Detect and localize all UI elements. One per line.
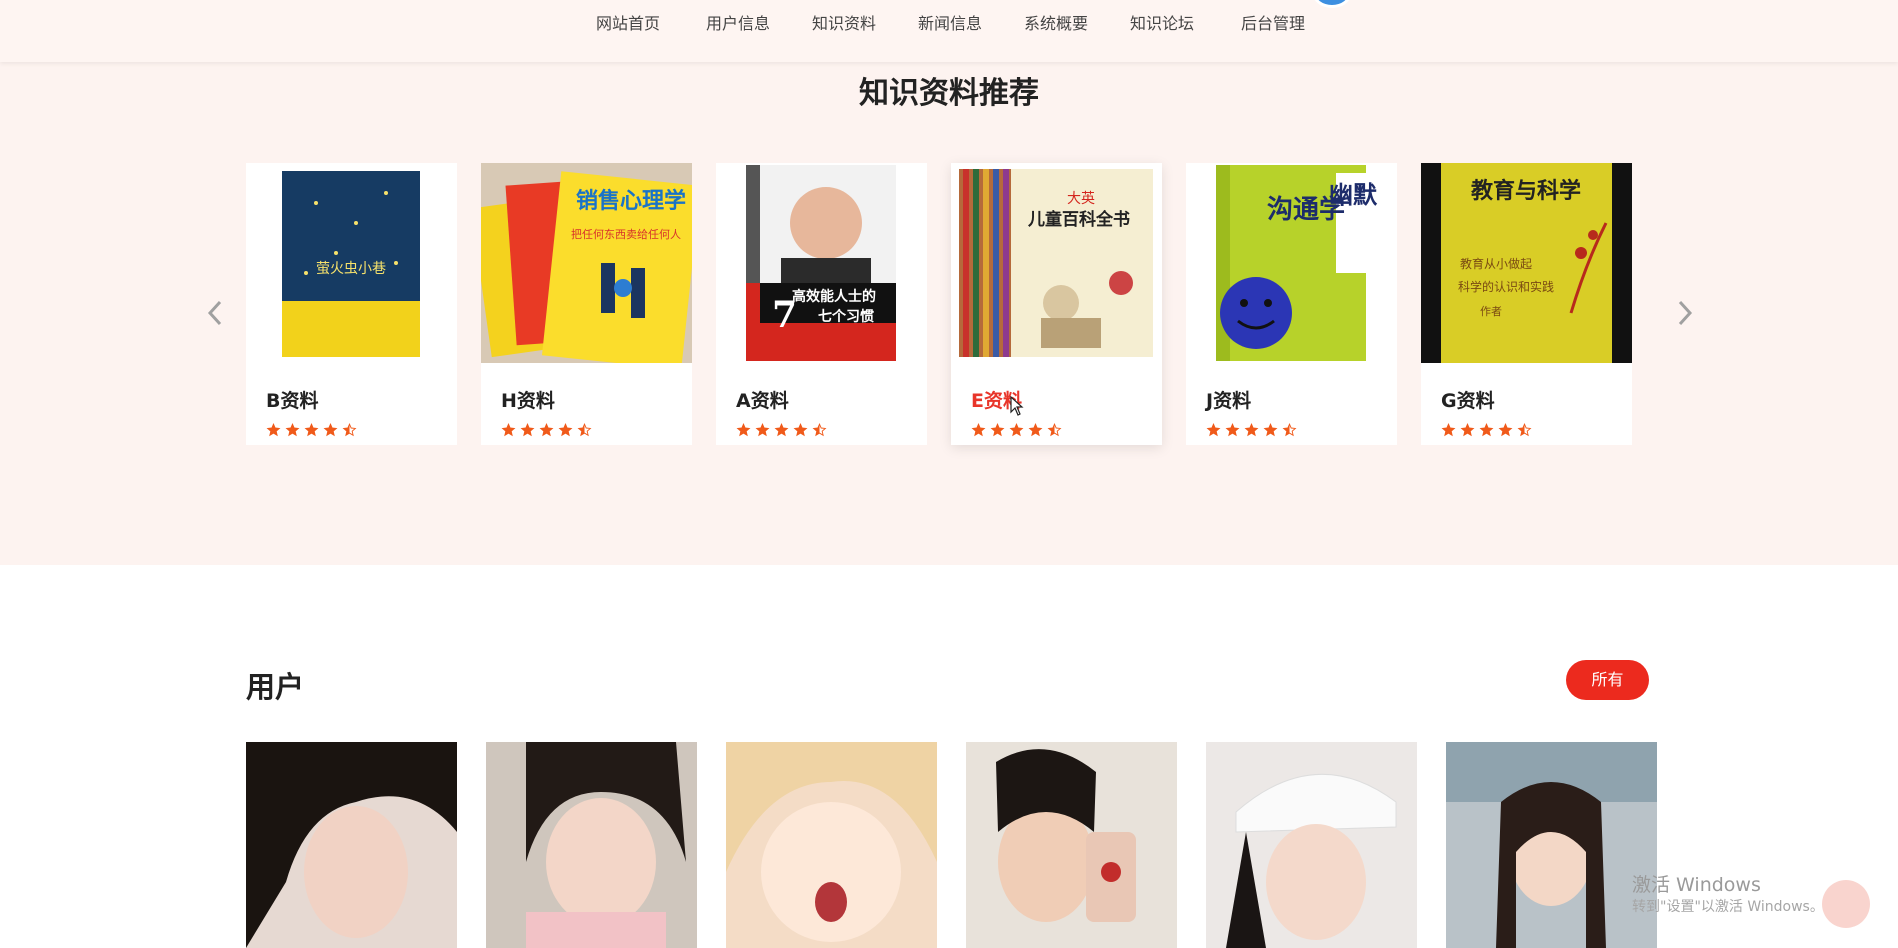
star-icon (1263, 423, 1278, 437)
view-all-users-button[interactable]: 所有 (1566, 660, 1649, 700)
svg-text:7: 7 (772, 294, 797, 336)
cover-title: 教育与科学 (1471, 178, 1581, 204)
top-nav: 网站首页 用户信息 知识资料 新闻信息 系统概要 知识论坛 后台管理 (0, 0, 1898, 62)
star-icon (1479, 423, 1494, 437)
book-card[interactable]: 萤火虫小巷 B资料 (246, 163, 457, 445)
book-card[interactable]: 大英 儿童百科全书 E资料 (951, 163, 1162, 445)
cover-top: 大英 (1067, 190, 1095, 207)
carousel-next-button[interactable] (1670, 298, 1700, 328)
book-title: J资料 (1206, 390, 1252, 412)
user-photo[interactable] (726, 742, 937, 948)
star-icon (1225, 423, 1240, 437)
star-icon (774, 423, 789, 437)
book-title: G资料 (1441, 390, 1495, 412)
star-icon (501, 423, 516, 437)
cover-title: 高效能人士的 (792, 288, 876, 305)
star-icon (793, 423, 808, 437)
cover-subtitle: 七个习惯 (818, 308, 874, 325)
user-photo[interactable] (1206, 742, 1417, 948)
user-photo[interactable] (1446, 742, 1657, 948)
book-title: B资料 (266, 390, 319, 412)
nav-item-forum[interactable]: 知识论坛 (1130, 10, 1194, 34)
star-icon (990, 423, 1005, 437)
nav-item-users[interactable]: 用户信息 (706, 10, 770, 34)
avatar[interactable] (1312, 0, 1352, 8)
star-icon (342, 423, 357, 437)
cover-title: 萤火虫小巷 (316, 261, 386, 277)
book-card[interactable]: 高效能人士的 七个习惯 7 A资料 (716, 163, 927, 445)
cover-title: 销售心理学 (576, 188, 686, 214)
book-card[interactable]: 销售心理学 把任何东西卖给任何人 H资料 (481, 163, 692, 445)
nav-item-admin[interactable]: 后台管理 (1241, 10, 1305, 34)
activation-watermark-sub: 转到"设置"以激活 Windows。 (1632, 899, 1824, 915)
star-icon (755, 423, 770, 437)
book-cover-image: 大英 儿童百科全书 (951, 163, 1162, 363)
star-icon (304, 423, 319, 437)
star-icon (520, 423, 535, 437)
user-photo[interactable] (966, 742, 1177, 948)
rating-stars (1206, 423, 1297, 437)
star-icon (539, 423, 554, 437)
book-title: A资料 (736, 390, 789, 412)
book-cover-image: 幽默 沟通学 (1186, 163, 1397, 363)
star-icon (323, 423, 338, 437)
star-icon (812, 423, 827, 437)
nav-item-system[interactable]: 系统概要 (1024, 10, 1088, 34)
section-title: 知识资料推荐 (859, 76, 1039, 111)
users-section-title: 用户 (246, 670, 305, 704)
star-icon (736, 423, 751, 437)
book-cover-image: 高效能人士的 七个习惯 7 (716, 163, 927, 363)
star-icon (1517, 423, 1532, 437)
star-icon (1498, 423, 1513, 437)
user-photo[interactable] (246, 742, 457, 948)
star-icon (1009, 423, 1024, 437)
book-title: H资料 (501, 390, 555, 412)
book-cover-image: 萤火虫小巷 (246, 163, 457, 363)
cover-subtitle: 把任何东西卖给任何人 (571, 227, 681, 241)
star-icon (1282, 423, 1297, 437)
rating-stars (1441, 423, 1532, 437)
nav-item-home[interactable]: 网站首页 (596, 10, 660, 34)
cover-subtitle: 教育从小做起 (1460, 256, 1532, 271)
chevron-left-icon (207, 300, 222, 326)
rating-stars (971, 423, 1062, 437)
carousel-prev-button[interactable] (200, 298, 230, 328)
star-icon (577, 423, 592, 437)
activation-watermark: 激活 Windows (1632, 874, 1761, 896)
star-icon (558, 423, 573, 437)
star-icon (1028, 423, 1043, 437)
nav-item-news[interactable]: 新闻信息 (918, 10, 982, 34)
cover-subtitle-2: 科学的认识和实践 (1458, 279, 1554, 294)
book-cover-image: 教育与科学 教育从小做起 科学的认识和实践 作者 (1421, 163, 1632, 363)
star-icon (1047, 423, 1062, 437)
star-icon (285, 423, 300, 437)
book-card[interactable]: 教育与科学 教育从小做起 科学的认识和实践 作者 G资料 (1421, 163, 1632, 445)
cover-title: 沟通学 (1267, 194, 1345, 225)
book-cover-image: 销售心理学 把任何东西卖给任何人 (481, 163, 692, 363)
cover-title: 儿童百科全书 (1027, 209, 1130, 230)
star-icon (266, 423, 281, 437)
star-icon (1441, 423, 1456, 437)
cover-author: 作者 (1480, 305, 1502, 318)
book-card[interactable]: 幽默 沟通学 J资料 (1186, 163, 1397, 445)
star-icon (1460, 423, 1475, 437)
user-photo[interactable] (486, 742, 697, 948)
nav-item-knowledge[interactable]: 知识资料 (812, 10, 876, 34)
star-icon (1244, 423, 1259, 437)
star-icon (971, 423, 986, 437)
rating-stars (736, 423, 827, 437)
chevron-right-icon (1678, 300, 1693, 326)
mouse-cursor-icon (1010, 396, 1024, 416)
rating-stars (501, 423, 592, 437)
back-to-top-button[interactable] (1822, 880, 1870, 928)
rating-stars (266, 423, 357, 437)
star-icon (1206, 423, 1221, 437)
